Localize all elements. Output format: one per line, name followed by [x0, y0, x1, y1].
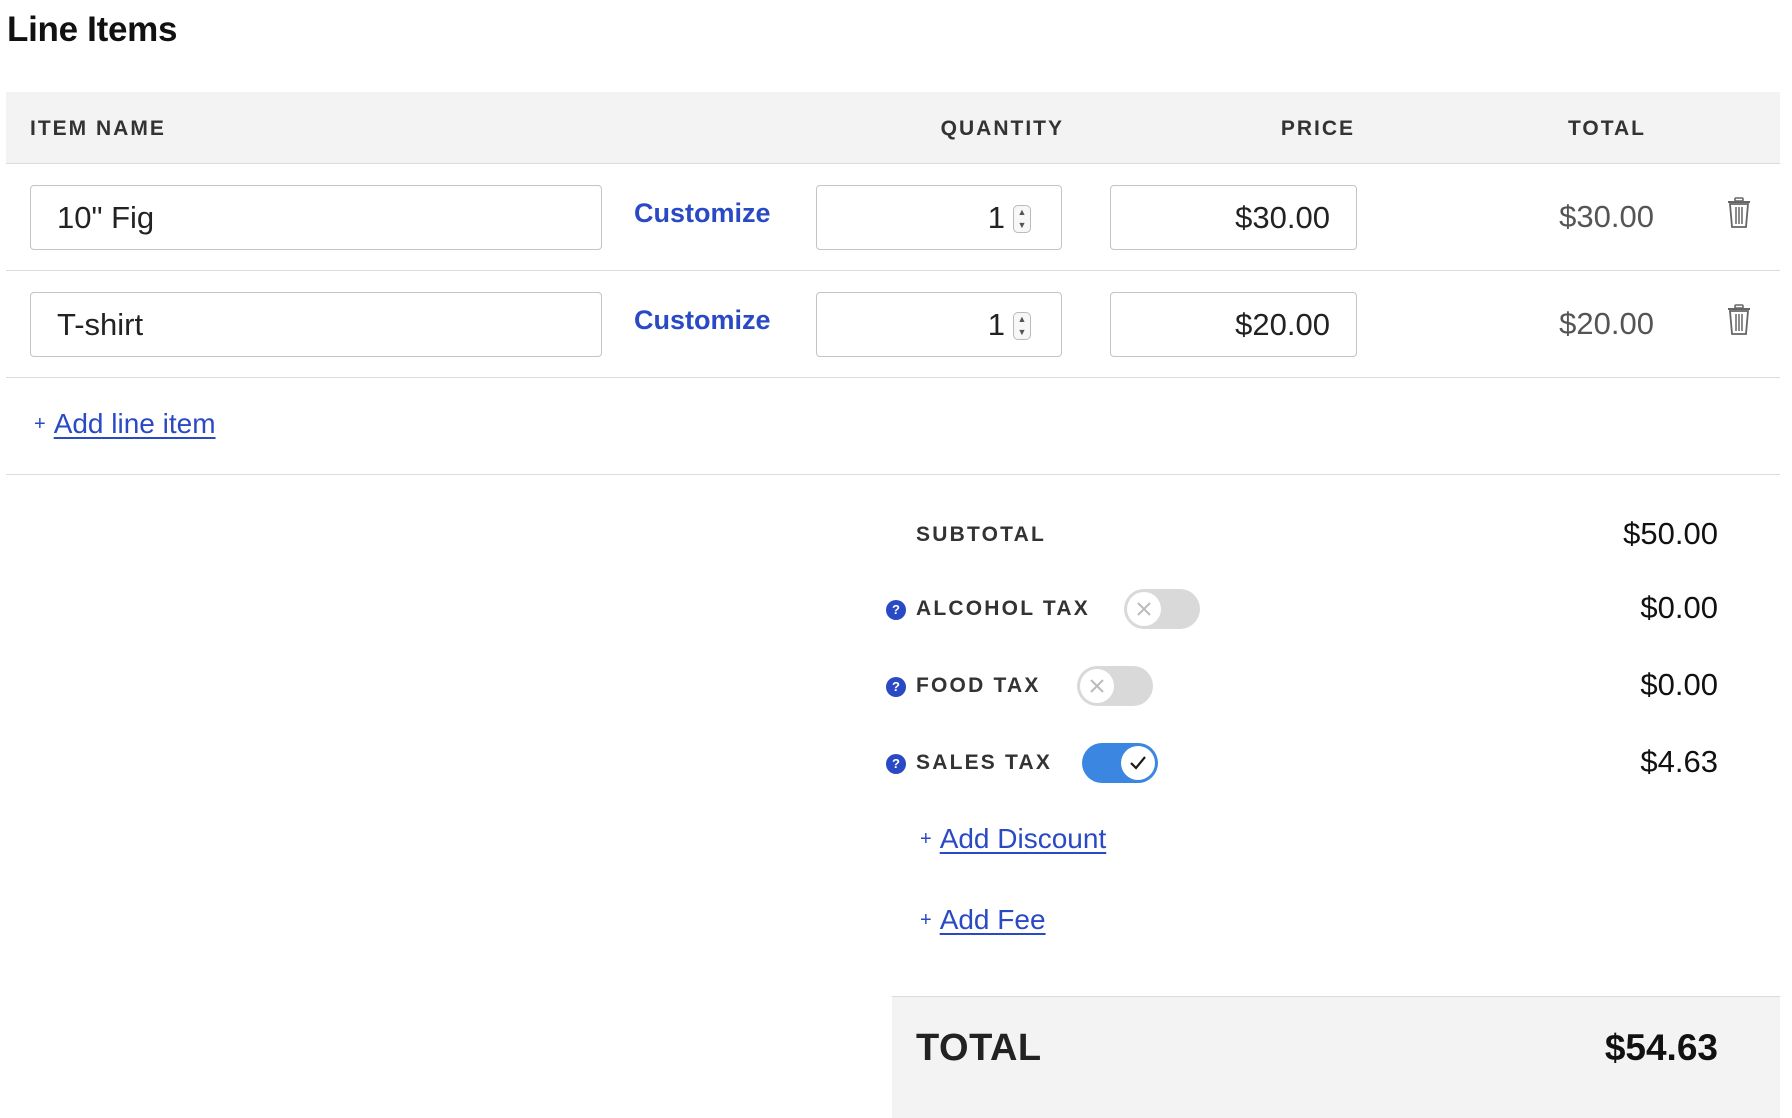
spinner-icon[interactable]: ▲ ▼: [1013, 312, 1031, 340]
quantity-stepper[interactable]: 1 ▲ ▼: [816, 185, 1062, 250]
page-title: Line Items: [7, 10, 178, 49]
column-header-item-name: ITEM NAME: [30, 117, 166, 140]
column-header-quantity: QUANTITY: [940, 117, 1064, 140]
food-tax-toggle[interactable]: [1077, 666, 1153, 706]
help-icon[interactable]: ?: [886, 677, 906, 697]
row-total: $30.00: [1559, 199, 1654, 234]
add-line-item-link[interactable]: + Add line item: [34, 408, 216, 440]
divider: [6, 474, 1780, 475]
spinner-icon[interactable]: ▲ ▼: [1013, 205, 1031, 233]
row-total: $20.00: [1559, 306, 1654, 341]
sales-tax-value: $4.63: [1640, 744, 1718, 779]
table-header: ITEM NAME QUANTITY PRICE TOTAL: [6, 92, 1780, 164]
food-tax-value: $0.00: [1640, 667, 1718, 702]
column-header-total: TOTAL: [1567, 117, 1646, 140]
plus-icon: +: [920, 909, 932, 931]
column-header-price: PRICE: [1280, 117, 1355, 140]
total-value: $54.63: [1604, 1027, 1718, 1068]
sales-tax-toggle[interactable]: [1082, 743, 1158, 783]
trash-icon[interactable]: [1726, 197, 1752, 229]
add-fee-link[interactable]: + Add Fee: [920, 904, 1046, 936]
alcohol-tax-value: $0.00: [1640, 590, 1718, 625]
total-label: TOTAL: [916, 1027, 1042, 1069]
price-input[interactable]: $30.00: [1110, 185, 1357, 250]
plus-icon: +: [34, 413, 46, 435]
food-tax-label: FOOD TAX: [916, 674, 1041, 697]
toggle-knob: [1121, 746, 1155, 780]
help-icon[interactable]: ?: [886, 754, 906, 774]
table-row: Customize 1 ▲▼ $20.00 $20.00: [6, 271, 1780, 378]
subtotal-label: SUBTOTAL: [916, 523, 1046, 546]
customize-link[interactable]: Customize: [634, 198, 771, 229]
check-icon: [1130, 756, 1146, 770]
add-discount-label: Add Discount: [939, 823, 1107, 854]
price-input[interactable]: $20.00: [1110, 292, 1357, 357]
subtotal-value: $50.00: [1623, 516, 1718, 551]
customize-link[interactable]: Customize: [634, 305, 771, 336]
quantity-stepper[interactable]: 1 ▲ ▼: [816, 292, 1062, 357]
price-value: $30.00: [1235, 200, 1330, 235]
toggle-knob: [1080, 669, 1114, 703]
alcohol-tax-label: ALCOHOL TAX: [916, 597, 1090, 620]
x-icon: [1137, 602, 1151, 616]
add-discount-link[interactable]: + Add Discount: [920, 823, 1106, 855]
plus-icon: +: [920, 828, 932, 850]
price-value: $20.00: [1235, 307, 1330, 342]
x-icon: [1090, 679, 1104, 693]
trash-icon[interactable]: [1726, 304, 1752, 336]
add-line-item-label: Add line item: [53, 408, 216, 439]
toggle-knob: [1127, 592, 1161, 626]
line-items-panel: Line Items ITEM NAME QUANTITY PRICE TOTA…: [0, 0, 1792, 1118]
item-name-input[interactable]: [30, 185, 602, 250]
quantity-value: 1: [987, 200, 1005, 235]
help-icon[interactable]: ?: [886, 600, 906, 620]
alcohol-tax-toggle[interactable]: [1124, 589, 1200, 629]
grand-total-bar: TOTAL $54.63: [892, 996, 1780, 1118]
add-fee-label: Add Fee: [939, 904, 1046, 935]
sales-tax-label: SALES TAX: [916, 751, 1053, 774]
quantity-value: 1: [987, 307, 1005, 342]
table-row: Customize 1 ▲▼ $30.00 $30.00: [6, 164, 1780, 271]
item-name-input[interactable]: [30, 292, 602, 357]
